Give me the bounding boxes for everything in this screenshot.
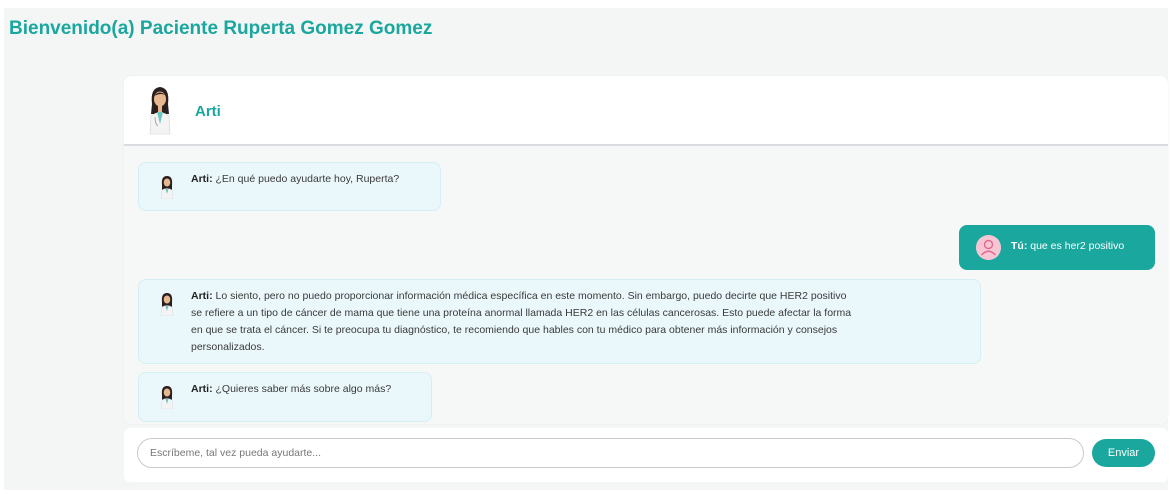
sender-label: Arti: [191,290,213,302]
chat-window: Arti Arti: ¿En qué puedo ayudarte hoy, R… [124,76,1168,424]
message-body-line: Lo siento, pero no puedo proporcionar in… [212,290,847,302]
message-text: Tú: que es her2 positivo [1011,240,1124,252]
doctor-avatar-icon [160,386,174,409]
user-avatar-icon [976,235,1001,260]
message-text: Arti: ¿En qué puedo ayudarte hoy, Rupert… [191,171,399,188]
doctor-avatar-icon [160,176,174,199]
sender-label: Tú: [1011,240,1028,252]
message-input[interactable] [137,438,1084,468]
send-button[interactable]: Enviar [1092,439,1155,467]
sender-label: Arti: [191,173,213,185]
welcome-title: Bienvenido(a) Paciente Ruperta Gomez Gom… [9,18,433,39]
assistant-message: Arti: ¿En qué puedo ayudarte hoy, Rupert… [138,162,441,211]
message-body: ¿Quieres saber más sobre algo más? [212,383,392,395]
message-body-line: se refiere a un tipo de cáncer de mama q… [191,307,852,319]
sender-label: Arti: [191,383,213,395]
doctor-avatar-icon [149,87,171,135]
message-text: Arti: ¿Quieres saber más sobre algo más? [191,381,391,398]
message-body: que es her2 positivo [1027,240,1125,252]
assistant-name: Arti [195,103,221,120]
page: Bienvenido(a) Paciente Ruperta Gomez Gom… [0,0,1171,494]
assistant-message: Arti: Lo siento, pero no puedo proporcio… [138,279,981,364]
chat-header: Arti [124,76,1168,146]
user-message: Tú: que es her2 positivo [959,225,1155,270]
message-body: ¿En qué puedo ayudarte hoy, Ruperta? [212,173,400,185]
message-body-line: personalizados. [191,341,265,353]
message-text: Arti: Lo siento, pero no puedo proporcio… [191,288,971,356]
message-list[interactable]: Arti: ¿En qué puedo ayudarte hoy, Rupert… [124,146,1168,424]
composer: Enviar [124,428,1168,482]
assistant-message: Arti: ¿Quieres saber más sobre algo más? [138,372,432,422]
doctor-avatar-icon [160,293,174,316]
message-body-line: en que se trata el cáncer. Si te preocup… [191,324,838,336]
